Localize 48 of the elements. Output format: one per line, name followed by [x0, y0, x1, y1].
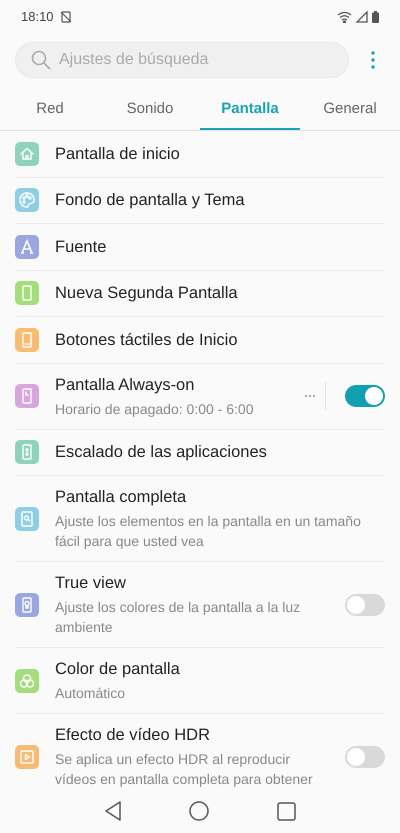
settings-row[interactable]: Pantalla completa Ajuste los elementos en la pantalla en un tamaño fácil para que usted vea	[15, 476, 385, 562]
search-bar[interactable]: Ajustes de búsqueda	[15, 42, 349, 78]
setting-title: Botones táctiles de Inicio	[55, 330, 239, 351]
search-icon	[31, 50, 51, 70]
home-button[interactable]	[189, 801, 210, 821]
settings-row[interactable]: Fondo de pantalla y Tema	[15, 178, 385, 224]
toggle-switch[interactable]	[345, 746, 385, 768]
settings-row[interactable]: Pantalla Always-on Horario de apagado: 0:00 - 6:00	[15, 364, 385, 430]
signal-icon	[356, 11, 368, 23]
setting-title: Pantalla Always-on	[55, 374, 196, 396]
more-vertical-icon	[371, 51, 375, 69]
settings-row[interactable]: Escalado de las aplicaciones	[15, 430, 385, 476]
setting-title: Fondo de pantalla y Tema	[55, 190, 246, 212]
battery-icon	[372, 11, 379, 23]
settings-row[interactable]: Fuente	[15, 224, 385, 270]
toggle-switch[interactable]	[345, 594, 385, 616]
back-icon	[104, 801, 122, 821]
settings-row[interactable]: Pantalla de inicio	[15, 131, 385, 178]
status-time: 18:10	[21, 8, 54, 26]
wifi-icon	[337, 11, 352, 23]
home-circle-icon	[189, 801, 210, 821]
setting-description: Ajuste los colores de la pantalla a la luz ambiente	[55, 598, 302, 637]
settings-row[interactable]: Color de pantalla Automático	[15, 648, 385, 714]
setting-description: Horario de apagado: 0:00 - 6:00	[55, 400, 254, 418]
setting-title: Pantalla de inicio	[55, 144, 181, 165]
setting-description: Automático	[55, 684, 126, 703]
setting-title: Efecto de vídeo HDR	[55, 725, 211, 746]
settings-row[interactable]: Nueva Segunda Pantalla	[15, 270, 385, 317]
settings-row[interactable]: Botones táctiles de Inicio	[15, 317, 385, 364]
toggle-switch[interactable]	[345, 385, 385, 407]
tab[interactable]: Sonido	[100, 90, 200, 130]
setting-title: True view	[55, 573, 127, 594]
search-field[interactable]: Ajustes de búsqueda	[59, 48, 333, 72]
setting-description: Ajuste los elementos en la pantalla en un tamaño fácil para que usted vea	[55, 512, 362, 551]
tab[interactable]: General	[300, 90, 400, 130]
setting-title: Escalado de las aplicaciones	[55, 442, 268, 464]
back-button[interactable]	[104, 801, 122, 821]
setting-title: Pantalla completa	[55, 487, 188, 508]
recents-button[interactable]	[277, 802, 296, 820]
recents-icon	[277, 802, 296, 820]
settings-row[interactable]: True view Ajuste los colores de la pantalla a la luz ambiente	[15, 562, 385, 648]
setting-title: Color de pantalla	[55, 659, 181, 680]
setting-title: Nueva Segunda Pantalla	[55, 283, 239, 304]
tab[interactable]: Red	[0, 90, 100, 130]
setting-title: Fuente	[55, 236, 108, 258]
more-icon[interactable]	[304, 394, 316, 398]
sync-off-icon	[60, 11, 72, 23]
setting-description: Se aplica un efecto HDR al reproducir vídeos en pantalla completa para obtener	[55, 750, 314, 789]
